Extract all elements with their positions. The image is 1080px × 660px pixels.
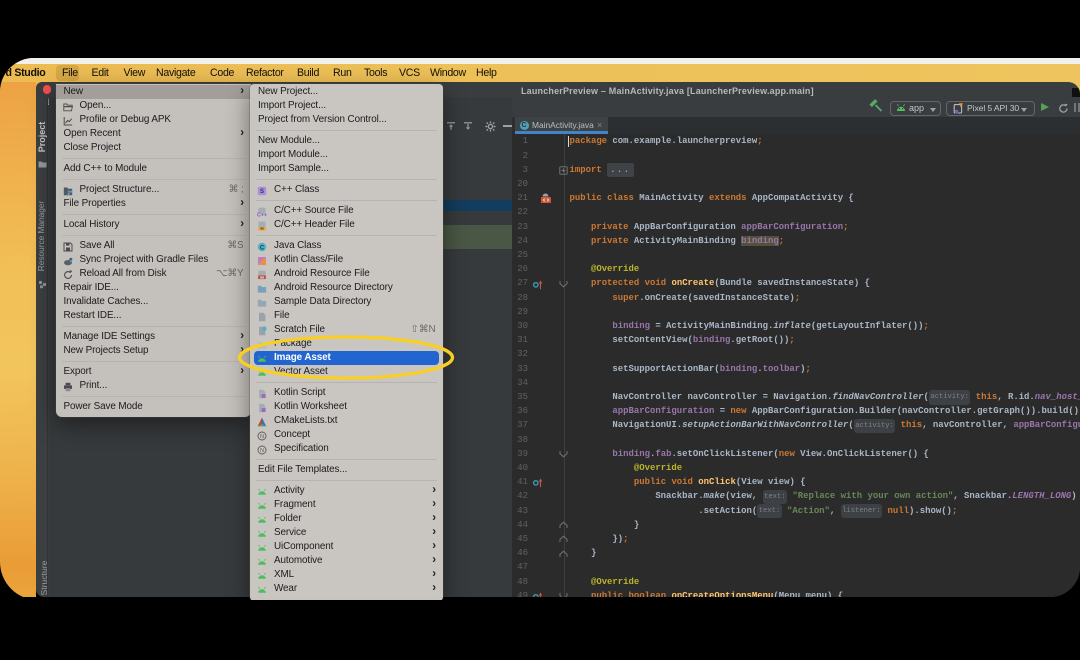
svg-text:C: C: [260, 244, 265, 251]
svg-text:N: N: [260, 448, 264, 454]
svg-text:C++: C++: [257, 212, 267, 217]
svg-text:S: S: [260, 189, 264, 195]
svg-text:N: N: [260, 434, 264, 440]
